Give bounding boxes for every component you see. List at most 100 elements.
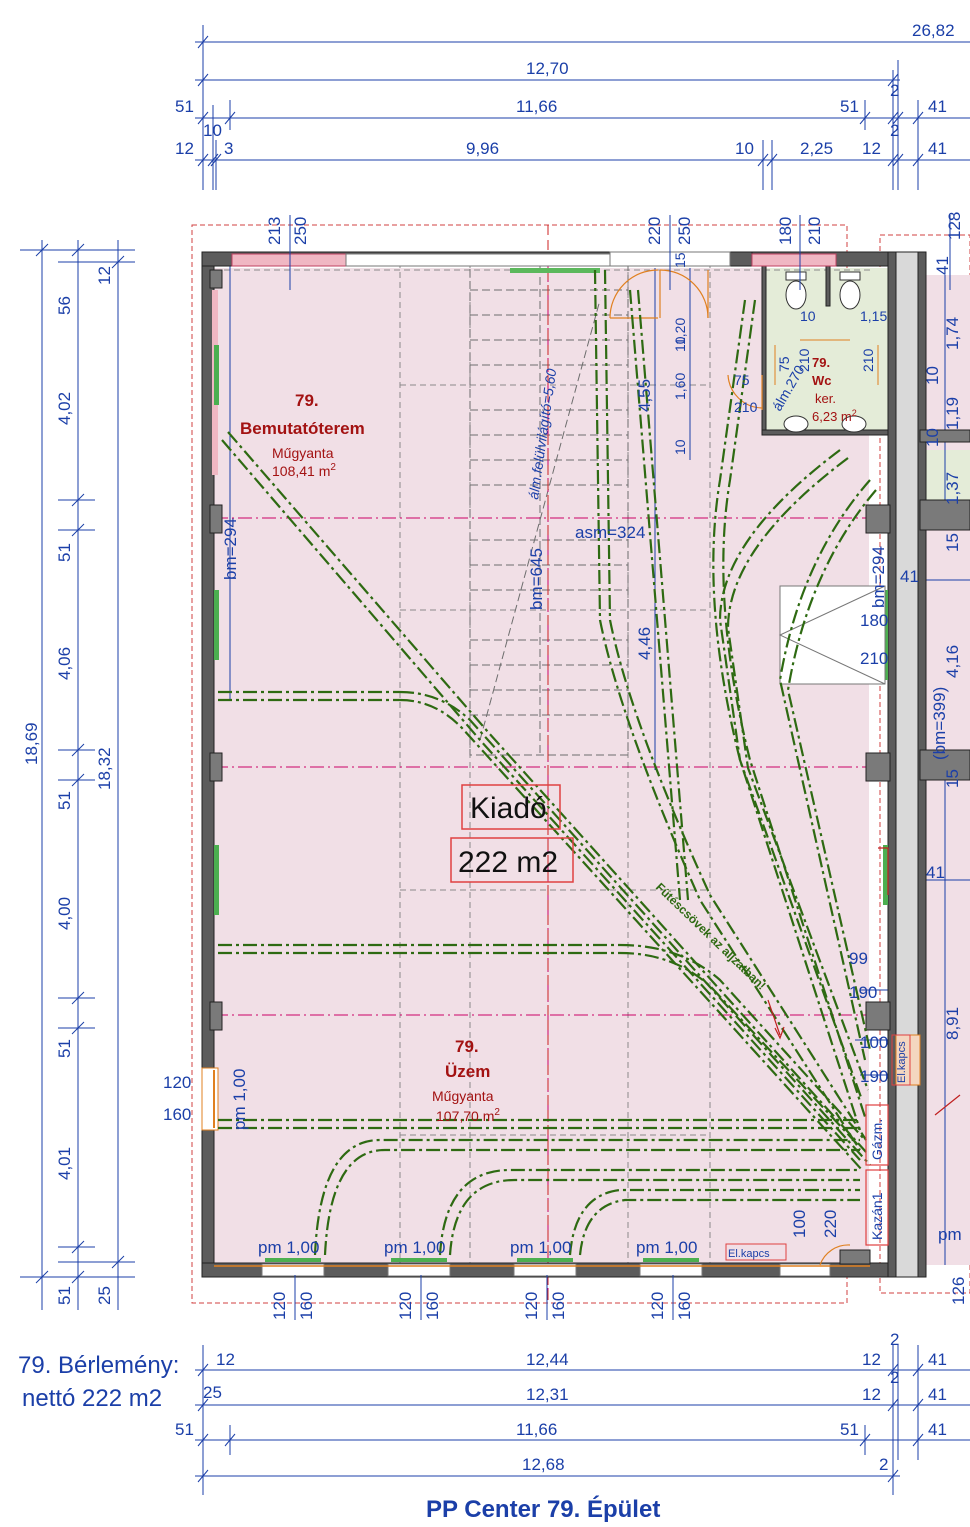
dim-51-d: 51 bbox=[55, 1286, 74, 1305]
bdim-2-b: 2 bbox=[890, 1368, 899, 1387]
dim-3-top: 3 bbox=[224, 139, 233, 158]
dim-51-b: 51 bbox=[55, 791, 74, 810]
dim-25-left: 25 bbox=[95, 1286, 114, 1305]
dim-2-top: 2 bbox=[890, 81, 899, 100]
bdim-51-b: 51 bbox=[840, 1420, 859, 1439]
workshop-name: Üzem bbox=[445, 1062, 490, 1081]
dim-18-32: 18,32 bbox=[95, 747, 114, 790]
el-switch-bottom-label: El.kapcs bbox=[728, 1248, 770, 1260]
dim-1-74: 1,74 bbox=[943, 317, 962, 350]
wc-dim-75-a: 75 bbox=[734, 372, 750, 388]
dim-26-82: 26,82 bbox=[912, 21, 955, 40]
wc-dim-10: 10 bbox=[800, 308, 816, 324]
wall-infill-left bbox=[231, 253, 347, 267]
left-dimension-lines bbox=[20, 240, 135, 1310]
dim-180-shaft: 180 bbox=[860, 611, 888, 630]
top-window-glass bbox=[510, 268, 600, 273]
dim-100-right: 100 bbox=[860, 1033, 888, 1052]
bdim-12-68: 12,68 bbox=[522, 1455, 565, 1474]
bottom-window-dim-lines bbox=[294, 1275, 674, 1320]
bdim-41-b: 41 bbox=[928, 1385, 947, 1404]
gas-meter-label: Gázm. bbox=[869, 1119, 885, 1160]
dim-120-left: 120 bbox=[163, 1073, 191, 1092]
dim-160-left: 160 bbox=[163, 1105, 191, 1124]
bm-right-2: (bm=399) bbox=[930, 687, 949, 760]
dim-190-b: 190 bbox=[860, 1067, 888, 1086]
dim-1-60: 1,60 bbox=[672, 373, 688, 400]
bm-right: bm=294 bbox=[869, 546, 888, 608]
pm-bottom-2: pm 1,00 bbox=[384, 1238, 445, 1257]
bdim-12-44: 12,44 bbox=[526, 1350, 569, 1369]
wc-material: ker. bbox=[815, 391, 836, 406]
wall-infill-right bbox=[751, 253, 837, 267]
dim-10-b: 10 bbox=[672, 439, 688, 455]
dim-51-a: 51 bbox=[55, 543, 74, 562]
left-door-opening bbox=[201, 1067, 219, 1131]
wc-name: Wc bbox=[812, 373, 832, 388]
dim-51-c: 51 bbox=[55, 1039, 74, 1058]
bdim-2-a: 2 bbox=[890, 1330, 899, 1349]
dim-51-right: 51 bbox=[840, 97, 859, 116]
wc-dim-210-a: 210 bbox=[734, 399, 758, 415]
bdim-12-a: 12 bbox=[216, 1350, 235, 1369]
bm-left: bm=294 bbox=[221, 518, 240, 580]
sink-icon bbox=[783, 415, 809, 433]
dim-12-70: 12,70 bbox=[526, 59, 569, 78]
dim-220-bottom: 220 bbox=[821, 1210, 840, 1238]
bdim-41-c: 41 bbox=[928, 1420, 947, 1439]
dim-10-a: 10 bbox=[672, 336, 688, 352]
dim-9-96: 9,96 bbox=[466, 139, 499, 158]
bw-dim-120-3: 120 bbox=[522, 1292, 541, 1320]
bdim-11-66: 11,66 bbox=[516, 1420, 557, 1439]
dim-99: 99 bbox=[849, 949, 868, 968]
dim-41-row4: 41 bbox=[928, 139, 947, 158]
dim-210-shaft: 210 bbox=[860, 649, 888, 668]
lease-note-line1: 79. Bérlemény: bbox=[18, 1352, 179, 1379]
boiler-label: Kazán1 bbox=[869, 1192, 885, 1240]
bdim-25: 25 bbox=[203, 1383, 222, 1402]
dim-10-c: 10 bbox=[923, 366, 942, 385]
bdim-12-31: 12,31 bbox=[526, 1385, 569, 1404]
wc-number: 79. bbox=[812, 355, 830, 370]
bw-dim-120-2: 120 bbox=[396, 1292, 415, 1320]
showroom-material: Műgyanta bbox=[272, 445, 334, 461]
dim-56: 56 bbox=[55, 296, 74, 315]
dim-10-top: 10 bbox=[203, 121, 222, 140]
dim-190-a: 190 bbox=[849, 983, 877, 1002]
showroom-name: Bemutatóterem bbox=[240, 419, 365, 438]
open-dim-128: 128 bbox=[945, 212, 964, 240]
dim-51-left: 51 bbox=[175, 97, 194, 116]
dim-10-mid: 10 bbox=[735, 139, 754, 158]
bw-dim-160-3: 160 bbox=[549, 1292, 568, 1320]
open-dim-220: 220 bbox=[645, 217, 664, 245]
dim-18-69: 18,69 bbox=[22, 722, 41, 765]
footer-title: PP Center 79. Épület bbox=[426, 1495, 660, 1523]
bw-dim-120-4: 120 bbox=[648, 1292, 667, 1320]
top-windows bbox=[345, 253, 611, 267]
dim-41-low: 41 bbox=[926, 863, 945, 882]
dim-15: 15 bbox=[672, 252, 688, 268]
wc-area: 6,23 m2 bbox=[812, 408, 857, 424]
bw-dim-120-1: 120 bbox=[270, 1292, 289, 1320]
dim-12-right: 12 bbox=[862, 139, 881, 158]
bw-dim-160-4: 160 bbox=[675, 1292, 694, 1320]
dim-100-bottom: 100 bbox=[790, 1210, 809, 1238]
bdim-2-c: 2 bbox=[879, 1455, 888, 1474]
dim-12-left: 12 bbox=[95, 266, 114, 285]
open-dim-250-a: 250 bbox=[291, 217, 310, 245]
workshop-number: 79. bbox=[455, 1037, 479, 1056]
dim-4-16: 4,16 bbox=[943, 645, 962, 678]
toilet-icon bbox=[785, 280, 807, 310]
showroom-area: 108,41 m2 bbox=[272, 462, 336, 479]
workshop-area: 107,70 m2 bbox=[436, 1107, 500, 1124]
dim-11-66: 11,66 bbox=[516, 97, 557, 116]
pm-bottom-4: pm 1,00 bbox=[636, 1238, 697, 1257]
dim-10-d: 10 bbox=[923, 428, 942, 447]
dim-4-01: 4,01 bbox=[55, 1147, 74, 1180]
bdim-51-a: 51 bbox=[175, 1420, 194, 1439]
bdim-12-b: 12 bbox=[862, 1350, 881, 1369]
dim-4-06: 4,06 bbox=[55, 647, 74, 680]
dim-1-19: 1,19 bbox=[943, 397, 962, 430]
dim-15-right: 15 bbox=[943, 533, 962, 552]
wc-dim-210-c: 210 bbox=[860, 348, 876, 372]
